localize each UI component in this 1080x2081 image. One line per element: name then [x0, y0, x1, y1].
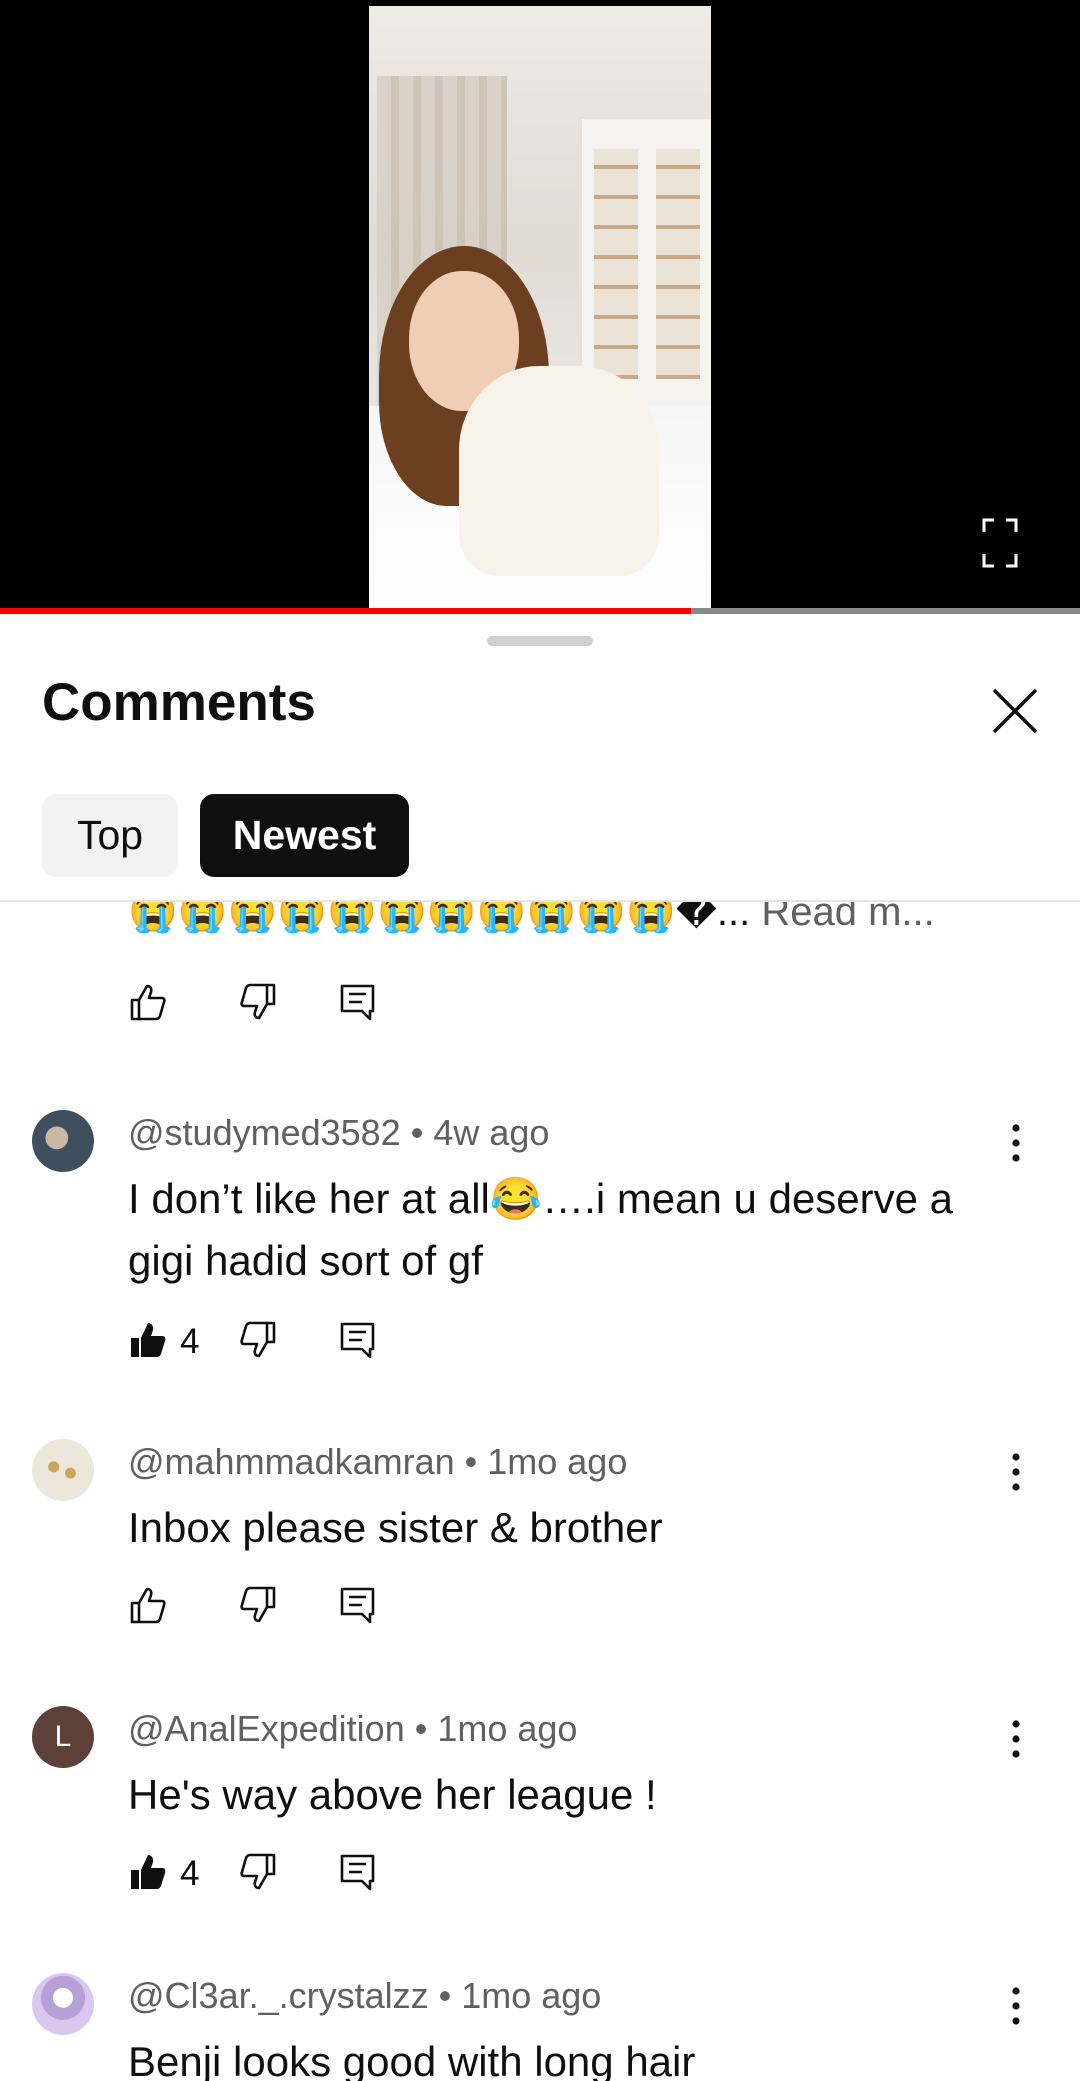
read-more-link[interactable]: Read m...: [761, 902, 934, 934]
close-icon[interactable]: [990, 686, 1040, 736]
tab-top[interactable]: Top: [42, 794, 178, 877]
comment-time: 1mo ago: [437, 1708, 578, 1749]
more-vert-icon[interactable]: [1003, 1983, 1029, 2029]
like-count: 4: [180, 1322, 200, 1361]
dislike-icon[interactable]: [238, 1585, 278, 1625]
person-body: [459, 366, 659, 576]
meta-separator: •: [428, 1975, 462, 2016]
dislike-icon[interactable]: [238, 982, 278, 1022]
like-icon[interactable]: [128, 1852, 168, 1892]
dislike-icon[interactable]: [238, 1852, 278, 1892]
dislike-icon[interactable]: [238, 1320, 278, 1360]
reply-icon[interactable]: [338, 982, 378, 1022]
avatar[interactable]: [32, 1110, 94, 1172]
drag-handle[interactable]: [487, 636, 593, 646]
tab-newest[interactable]: Newest: [200, 794, 409, 877]
meta-separator: •: [400, 1112, 434, 1153]
comment-time: 4w ago: [433, 1112, 550, 1153]
fullscreen-icon[interactable]: [982, 518, 1018, 568]
video-player[interactable]: [0, 0, 1080, 614]
emoji-run: 😭😭😭😭😭😭😭😭😭😭😭: [128, 902, 676, 934]
like-icon[interactable]: [128, 982, 168, 1022]
meta-separator: •: [454, 1441, 488, 1482]
comment-author[interactable]: @Cl3ar._.crystalzz: [128, 1975, 429, 2016]
avatar[interactable]: L: [32, 1706, 94, 1768]
comment-meta: @AnalExpedition • 1mo ago: [128, 1708, 577, 1750]
comment-author[interactable]: @studymed3582: [128, 1112, 401, 1153]
video-frame: [369, 6, 711, 612]
comment-meta: @studymed3582 • 4w ago: [128, 1112, 549, 1154]
like-icon[interactable]: [128, 1320, 168, 1360]
like-count: 4: [180, 1854, 200, 1893]
comment-time: 1mo ago: [487, 1441, 628, 1482]
more-vert-icon[interactable]: [1003, 1716, 1029, 1762]
comment-text: He's way above her league !: [128, 1771, 657, 1818]
comment-author[interactable]: @mahmmadkamran: [128, 1441, 455, 1482]
like-icon[interactable]: [128, 1585, 168, 1625]
reply-icon[interactable]: [338, 1320, 378, 1360]
comment-text: I don’t like her at all😂….i mean u deser…: [128, 1175, 954, 1284]
reply-icon[interactable]: [338, 1852, 378, 1892]
truncated-comment-text: 😭😭😭😭😭😭😭😭😭😭😭�... Read m...: [128, 902, 935, 935]
avatar[interactable]: [32, 1439, 94, 1501]
more-vert-icon[interactable]: [1003, 1120, 1029, 1166]
avatar[interactable]: [32, 1973, 94, 2035]
comment-text: Benji looks good with long hair: [128, 2038, 696, 2081]
comments-sheet: Comments Top Newest 😭😭😭😭😭😭😭😭😭😭😭�... Read…: [0, 614, 1080, 2081]
comment-author[interactable]: @AnalExpedition: [128, 1708, 405, 1749]
sheet-title: Comments: [42, 673, 316, 732]
meta-separator: •: [404, 1708, 438, 1749]
comment-meta: @Cl3ar._.crystalzz • 1mo ago: [128, 1975, 601, 2017]
reply-icon[interactable]: [338, 1585, 378, 1625]
comment-text: Inbox please sister & brother: [128, 1504, 663, 1551]
truncated-tail: �...: [675, 902, 751, 934]
comments-list[interactable]: 😭😭😭😭😭😭😭😭😭😭😭�... Read m... @studymed3582 …: [0, 902, 1080, 2081]
comment-time: 1mo ago: [461, 1975, 602, 2016]
more-vert-icon[interactable]: [1003, 1449, 1029, 1495]
comment-meta: @mahmmadkamran • 1mo ago: [128, 1441, 627, 1483]
